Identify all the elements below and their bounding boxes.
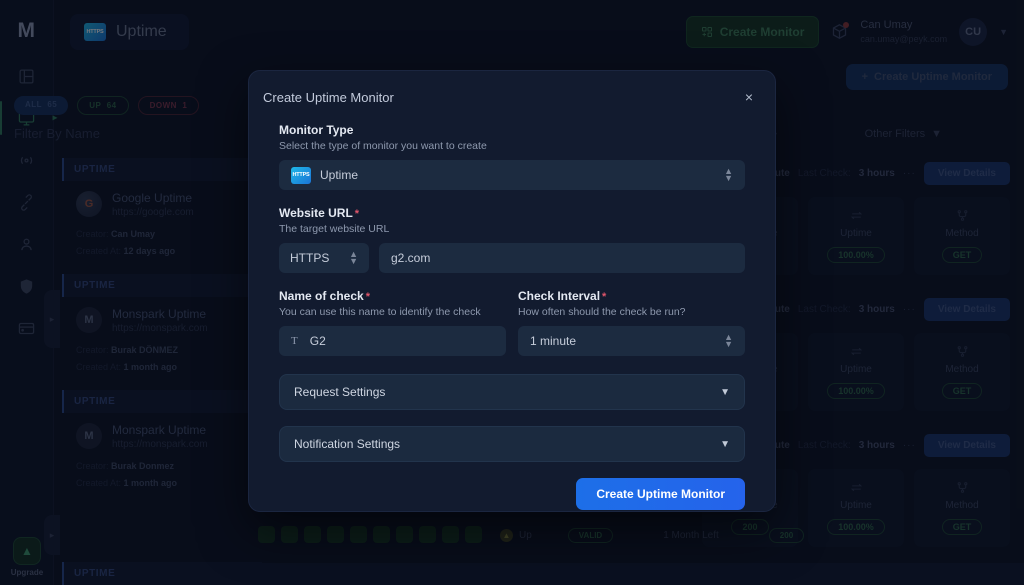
select-updown-icon: ▲ ▼: [349, 248, 358, 266]
check-interval-value: 1 minute: [530, 334, 577, 348]
check-interval-label-text: Check Interval: [518, 289, 601, 303]
website-url-desc: The target website URL: [279, 223, 390, 235]
app-root: M ▸: [0, 0, 1024, 585]
chevron-down-icon: ▼: [720, 386, 730, 398]
monitor-type-desc: Select the type of monitor you want to c…: [279, 140, 487, 152]
website-url-label-text: Website URL: [279, 206, 353, 220]
select-updown-icon: ▲ ▼: [724, 331, 733, 349]
check-interval-label: Check Interval *: [518, 289, 745, 303]
modal-header: Create Uptime Monitor ×: [249, 71, 775, 123]
field-name-of-check: Name of check * You can use this name to …: [279, 289, 506, 356]
select-updown-icon: ▲ ▼: [724, 165, 733, 183]
check-interval-desc: How often should the check be run?: [518, 306, 686, 318]
accordion-request-settings-label: Request Settings: [294, 385, 386, 399]
modal-title: Create Uptime Monitor: [263, 89, 394, 105]
https-badge-icon: HTTPS: [291, 166, 311, 184]
field-website-url: Website URL * The target website URL HTTP…: [279, 206, 745, 273]
monitor-type-select[interactable]: HTTPS Uptime ▲ ▼: [279, 160, 745, 190]
name-of-check-input[interactable]: T G2: [279, 326, 506, 356]
required-marker: *: [354, 208, 360, 220]
name-of-check-label: Name of check *: [279, 289, 506, 303]
accordion-request-settings[interactable]: Request Settings ▼: [279, 374, 745, 410]
row-name-and-interval: Name of check * You can use this name to …: [279, 289, 745, 356]
field-check-interval: Check Interval * How often should the che…: [518, 289, 745, 356]
name-of-check-desc: You can use this name to identify the ch…: [279, 306, 481, 318]
close-icon[interactable]: ×: [741, 89, 757, 105]
check-interval-select[interactable]: 1 minute ▲ ▼: [518, 326, 745, 356]
modal-footer: Create Uptime Monitor: [249, 478, 775, 510]
protocol-value: HTTPS: [290, 251, 330, 265]
monitor-type-label: Monitor Type: [279, 123, 354, 137]
monitor-type-value: Uptime: [320, 168, 359, 182]
website-url-label: Website URL *: [279, 206, 745, 220]
protocol-select[interactable]: HTTPS ▲ ▼: [279, 243, 369, 273]
create-uptime-monitor-submit-button[interactable]: Create Uptime Monitor: [576, 478, 745, 510]
accordion-notification-settings[interactable]: Notification Settings ▼: [279, 426, 745, 462]
create-uptime-monitor-modal: Create Uptime Monitor × Monitor Type Sel…: [248, 70, 776, 512]
chevron-down-icon: ▼: [720, 438, 730, 450]
required-marker: *: [602, 291, 607, 303]
name-of-check-label-text: Name of check: [279, 289, 364, 303]
modal-body: Monitor Type Select the type of monitor …: [249, 123, 775, 462]
field-monitor-type: Monitor Type Select the type of monitor …: [279, 123, 745, 190]
name-of-check-value: G2: [309, 334, 326, 348]
website-url-input[interactable]: g2.com: [379, 243, 745, 273]
text-icon: T: [291, 335, 298, 347]
required-marker: *: [365, 291, 370, 303]
accordion-notification-settings-label: Notification Settings: [294, 437, 401, 451]
